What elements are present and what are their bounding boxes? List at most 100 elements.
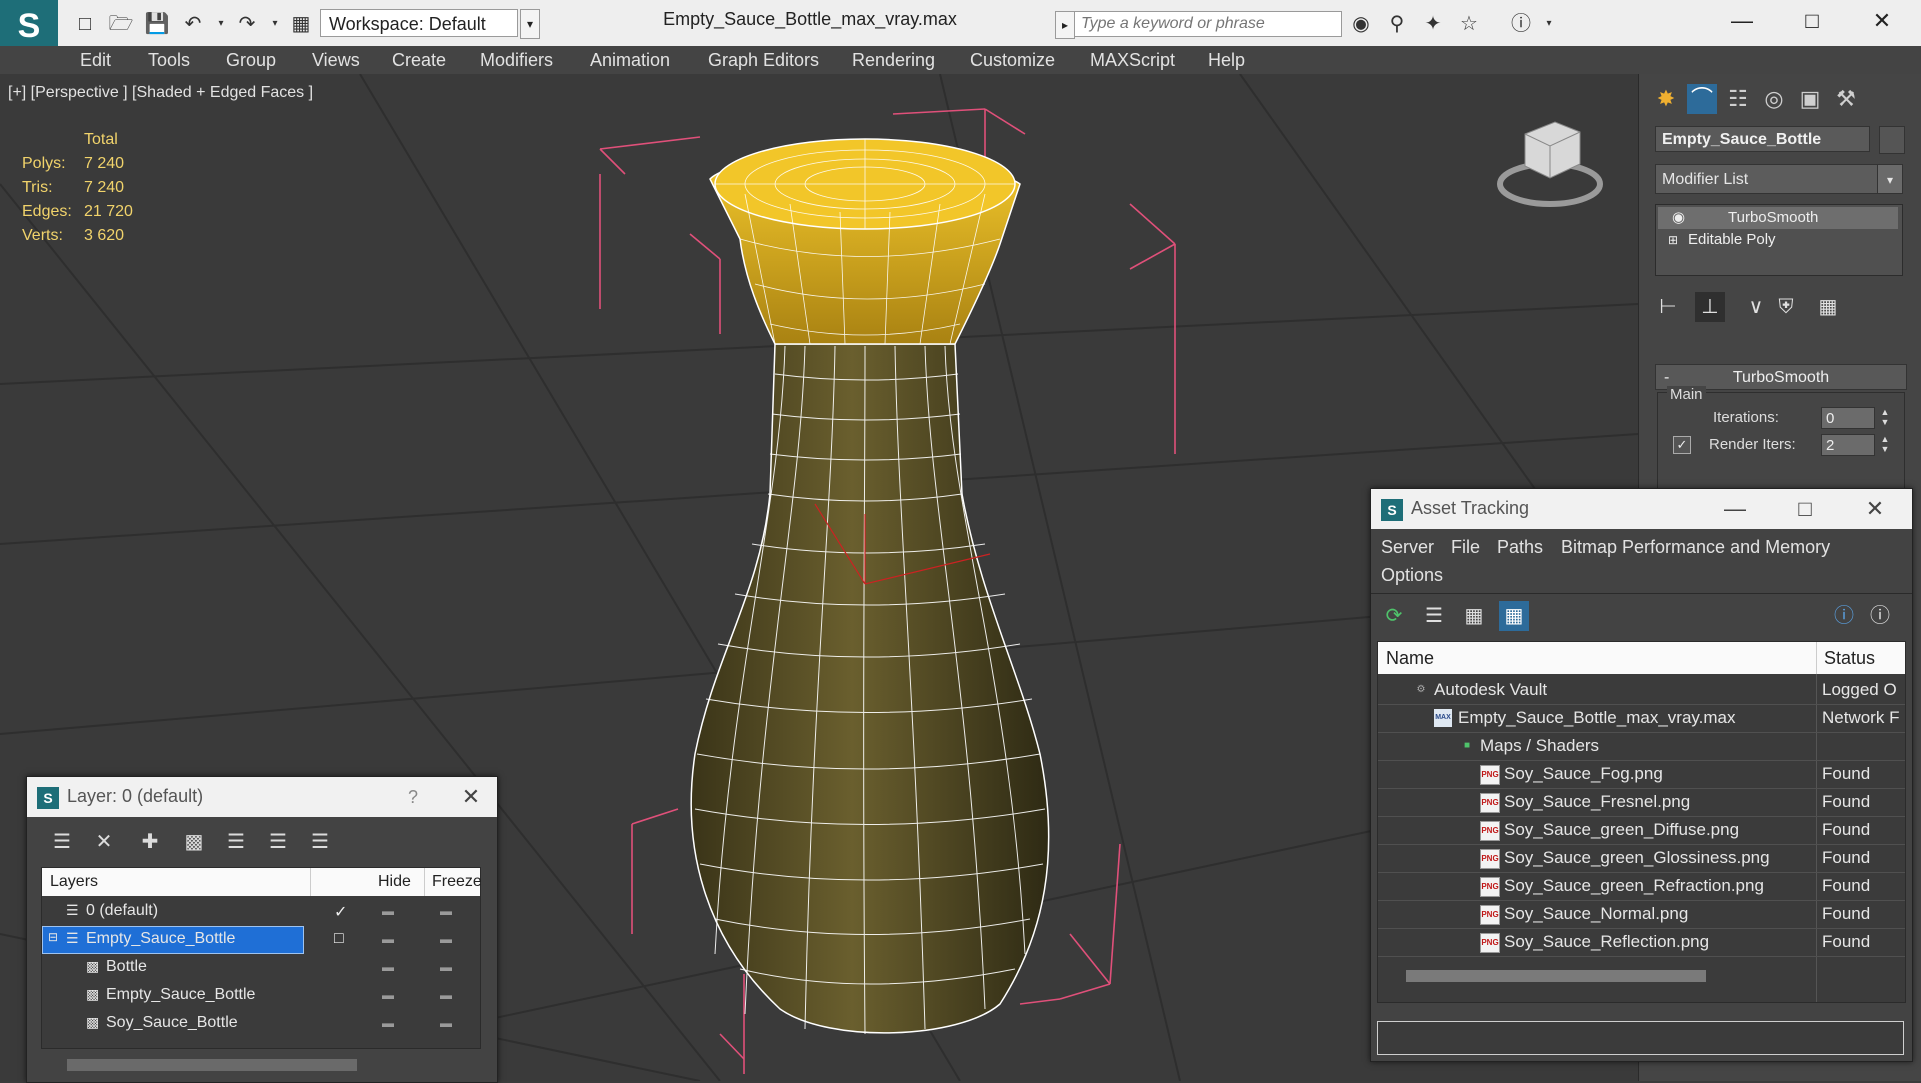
redo-dropdown-icon[interactable]: ▾ [262, 11, 288, 37]
menu-modifiers[interactable]: Modifiers [480, 50, 553, 71]
close-icon[interactable]: ✕ [455, 783, 487, 811]
show-end-result-icon[interactable]: ⊥ [1695, 292, 1725, 322]
layers-column-header[interactable]: Layers [50, 873, 98, 891]
workspace-dropdown-icon[interactable]: ▾ [520, 9, 540, 39]
spinner-arrows-icon[interactable]: ▲ ▼ [1879, 407, 1891, 429]
hide-toggle[interactable]: ▬ [382, 932, 394, 946]
name-column-header[interactable]: Name [1386, 648, 1434, 669]
help-button[interactable]: ? [397, 783, 429, 811]
asset-row[interactable]: PNG Soy_Sauce_green_Diffuse.png Found [1378, 816, 1905, 845]
asset-row[interactable]: ■ Maps / Shaders [1378, 732, 1905, 761]
lightbulb-icon[interactable]: ◉ [1672, 207, 1685, 229]
refresh-icon[interactable]: ⟳ [1379, 601, 1409, 631]
help-icon[interactable]: ⓘ [1829, 601, 1859, 631]
asset-row[interactable]: PNG Soy_Sauce_Normal.png Found [1378, 900, 1905, 929]
freeze-column-header[interactable]: Freeze [432, 873, 482, 891]
freeze-toggle[interactable]: ▬ [440, 960, 452, 974]
object-row[interactable]: ▩ Empty_Sauce_Bottle ▬ ▬ [42, 982, 480, 1010]
workspace-selector[interactable]: Workspace: Default [320, 9, 518, 37]
object-row[interactable]: ▩ Soy_Sauce_Bottle ▬ ▬ [42, 1010, 480, 1038]
asset-window-titlebar[interactable]: S Asset Tracking — □ ✕ [1371, 489, 1912, 529]
maximize-button[interactable]: □ [1792, 6, 1832, 36]
table-view-icon[interactable]: ▦ [1499, 601, 1529, 631]
select-layer-icon[interactable]: ☰ [221, 827, 251, 857]
menu-maxscript[interactable]: MAXScript [1090, 50, 1175, 71]
redo-icon[interactable]: ↷ [234, 11, 260, 37]
freeze-toggle[interactable]: ▬ [440, 904, 452, 918]
freeze-toggle[interactable]: ▬ [440, 932, 452, 946]
menu-options[interactable]: Options [1381, 565, 1443, 586]
bottle-mesh[interactable] [690, 343, 1050, 1035]
utilities-tab-icon[interactable]: ⚒ [1831, 84, 1861, 114]
delete-layer-icon[interactable]: ✕ [89, 827, 119, 857]
asset-row[interactable]: PNG Soy_Sauce_Reflection.png Found [1378, 928, 1905, 957]
save-icon[interactable]: 💾 [144, 11, 170, 37]
layer-row[interactable]: ☰ 0 (default) ✓ ▬ ▬ [42, 898, 480, 926]
key-icon[interactable]: ⚲ [1384, 11, 1410, 37]
hide-toggle[interactable]: ▬ [382, 988, 394, 1002]
spinner-arrows-icon[interactable]: ▲ ▼ [1879, 434, 1891, 456]
menu-animation[interactable]: Animation [590, 50, 670, 71]
bottle-cap-mesh[interactable] [709, 138, 1021, 345]
list-view-icon[interactable]: ☰ [1419, 601, 1449, 631]
menu-group[interactable]: Group [226, 50, 276, 71]
chevron-down-icon[interactable]: ▾ [1877, 165, 1902, 193]
layer-window-titlebar[interactable]: S Layer: 0 (default) ? ✕ [27, 777, 497, 817]
menu-help[interactable]: Help [1208, 50, 1245, 71]
modifier-list-dropdown[interactable]: Modifier List ▾ [1655, 164, 1903, 194]
render-iters-checkbox[interactable]: ✓ [1673, 436, 1691, 454]
context-help-icon[interactable]: ⓘ [1865, 601, 1895, 631]
make-unique-icon[interactable]: ∨ [1741, 292, 1771, 322]
menu-file[interactable]: File [1451, 537, 1480, 558]
asset-row[interactable]: ⚙ Autodesk Vault Logged O [1378, 676, 1905, 705]
minimize-button[interactable]: — [1722, 6, 1762, 36]
pin-stack-icon[interactable]: ⊢ [1653, 292, 1683, 322]
maximize-button[interactable]: □ [1789, 495, 1821, 523]
horizontal-scrollbar[interactable] [1406, 970, 1706, 982]
expand-icon[interactable]: ⊞ [1668, 229, 1678, 251]
freeze-toggle[interactable]: ▬ [440, 988, 452, 1002]
hide-toggle[interactable]: ▬ [382, 960, 394, 974]
signin-icon[interactable]: ✦ [1420, 11, 1446, 37]
project-icon[interactable]: ▦ [288, 11, 314, 37]
render-iters-spinner[interactable]: 2 [1821, 434, 1875, 456]
new-layer-icon[interactable]: ☰ [47, 827, 77, 857]
hide-all-layers-icon[interactable]: ☰ [263, 827, 293, 857]
asset-row[interactable]: PNG Soy_Sauce_green_Refraction.png Found [1378, 872, 1905, 901]
menu-graph-editors[interactable]: Graph Editors [708, 50, 819, 71]
horizontal-scrollbar[interactable] [67, 1059, 357, 1071]
hide-toggle[interactable]: ▬ [382, 1016, 394, 1030]
current-layer-box-icon[interactable]: □ [334, 930, 344, 948]
display-tab-icon[interactable]: ▣ [1795, 84, 1825, 114]
menu-bitmap-performance[interactable]: Bitmap Performance and Memory [1561, 537, 1830, 558]
freeze-all-layers-icon[interactable]: ☰ [305, 827, 335, 857]
asset-row[interactable]: PNG Soy_Sauce_green_Glossiness.png Found [1378, 844, 1905, 873]
freeze-toggle[interactable]: ▬ [440, 1016, 452, 1030]
iterations-spinner[interactable]: 0 [1821, 407, 1875, 429]
search-input[interactable] [1074, 11, 1342, 37]
menu-server[interactable]: Server [1381, 537, 1434, 558]
checkmark-icon[interactable]: ✓ [334, 902, 347, 922]
app-logo-icon[interactable]: S [0, 0, 58, 52]
help-icon[interactable]: ⓘ [1508, 11, 1534, 37]
menu-tools[interactable]: Tools [148, 50, 190, 71]
menu-create[interactable]: Create [392, 50, 446, 71]
object-row[interactable]: ▩ Bottle ▬ ▬ [42, 954, 480, 982]
new-file-icon[interactable]: □ [72, 11, 98, 37]
asset-row[interactable]: PNG Soy_Sauce_Fog.png Found [1378, 760, 1905, 789]
viewport-label[interactable]: [+] [Perspective ] [Shaded + Edged Faces… [8, 84, 313, 102]
status-column-header[interactable]: Status [1824, 648, 1875, 669]
binoculars-icon[interactable]: ◉ [1348, 11, 1374, 37]
undo-icon[interactable]: ↶ [180, 11, 206, 37]
stack-item-editable-poly[interactable]: ⊞ Editable Poly [1658, 229, 1898, 251]
remove-modifier-icon[interactable]: ⛨ [1771, 292, 1801, 322]
minimize-button[interactable]: — [1719, 495, 1751, 523]
asset-row[interactable]: PNG Soy_Sauce_Fresnel.png Found [1378, 788, 1905, 817]
hierarchy-tab-icon[interactable]: ☷ [1723, 84, 1753, 114]
menu-customize[interactable]: Customize [970, 50, 1055, 71]
search-expand-icon[interactable]: ▸ [1055, 11, 1075, 39]
menu-edit[interactable]: Edit [80, 50, 111, 71]
menu-rendering[interactable]: Rendering [852, 50, 935, 71]
menu-views[interactable]: Views [312, 50, 360, 71]
collapse-icon[interactable]: ⊟ [48, 930, 58, 944]
